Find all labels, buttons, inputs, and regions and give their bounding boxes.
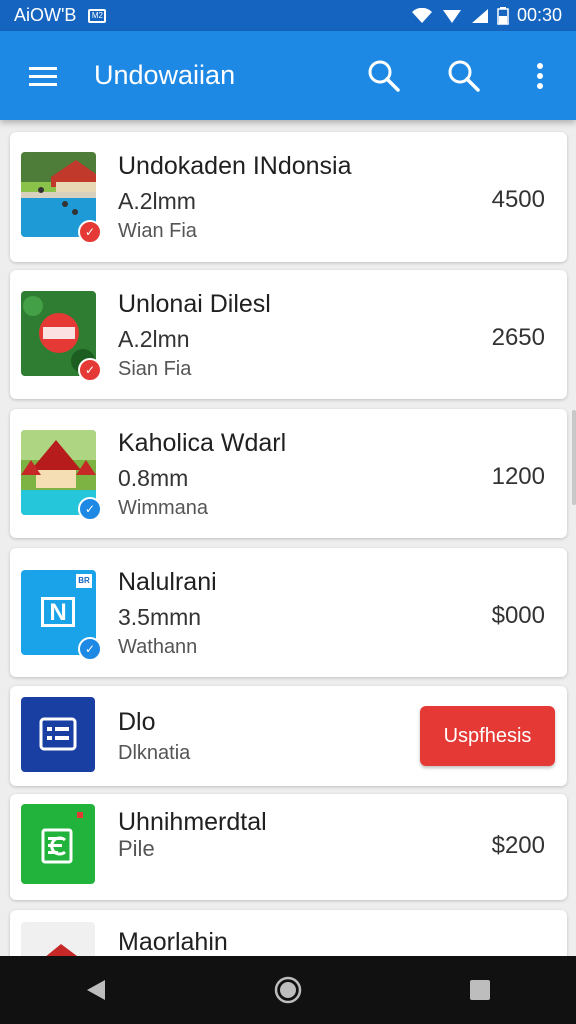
more-options-button[interactable] (504, 31, 576, 120)
app-bar: Undowaiian (0, 31, 576, 120)
item-price: 4500 (491, 186, 545, 213)
item-subtitle: A.2lmm (118, 188, 196, 214)
list-item[interactable]: ✓ Unlonai Dilesl A.2lmn Sian Fia 2650 (10, 270, 567, 399)
check-icon: ✓ (78, 637, 102, 661)
search-icon (448, 60, 480, 92)
search-icon (368, 60, 400, 92)
list-item[interactable]: ✓ Undokaden INdonsia A.2lmm Wian Fia 450… (10, 132, 567, 262)
item-meta: Wian Fia (118, 220, 197, 242)
list-item[interactable]: Dlo Dlknatia Uspfhesis (10, 686, 567, 786)
recents-square-icon (470, 980, 490, 1000)
item-thumbnail (21, 922, 95, 956)
check-icon: ✓ (78, 358, 102, 382)
cell-signal-icon (471, 8, 488, 23)
item-meta: Wathann (118, 636, 198, 658)
item-title: Maorlahin (118, 928, 228, 956)
list-item[interactable]: BR N ✓ Nalulrani 3.5mmn Wathann $000 (10, 548, 567, 677)
back-button[interactable] (56, 956, 136, 1024)
item-title: Nalulrani (118, 568, 217, 596)
search-button[interactable] (344, 31, 424, 120)
thumb-letter: N (41, 597, 75, 627)
item-price: $000 (491, 602, 545, 629)
list-item[interactable]: Uhnihmerdtal Pile $200 (10, 794, 567, 900)
item-title: Uhnihmerdtal (118, 808, 267, 836)
notification-icon: M2 (88, 8, 107, 23)
list-item[interactable]: Maorlahin (10, 910, 567, 956)
battery-icon (497, 6, 509, 25)
item-title: Undokaden INdonsia (118, 152, 352, 180)
item-subtitle: 0.8mm (118, 465, 189, 491)
carrier-label: AiOW'B (14, 5, 77, 25)
item-meta: Pile (118, 836, 155, 861)
status-bar: AiOW'B M2 00:30 (0, 0, 576, 31)
thumb-corner-label: BR (76, 574, 92, 588)
back-triangle-icon (87, 980, 105, 1000)
item-thumbnail (21, 804, 95, 884)
item-list[interactable]: ✓ Undokaden INdonsia A.2lmm Wian Fia 450… (0, 120, 576, 956)
item-price: 2650 (491, 324, 545, 351)
item-thumbnail (21, 697, 95, 772)
menu-icon (29, 66, 57, 86)
item-meta: Dlknatia (118, 742, 191, 764)
clock: 00:30 (516, 5, 562, 25)
item-subtitle: A.2lmn (118, 326, 190, 352)
item-price: $200 (491, 832, 545, 859)
home-button[interactable] (248, 956, 328, 1024)
recents-button[interactable] (440, 956, 520, 1024)
app-title: Undowaiian (94, 60, 236, 90)
wifi-icon (411, 7, 432, 23)
item-price: 1200 (491, 463, 545, 490)
system-nav-bar (0, 956, 576, 1024)
item-title: Kaholica Wdarl (118, 429, 287, 457)
check-icon: ✓ (78, 220, 102, 244)
item-meta: Sian Fia (118, 358, 192, 380)
item-subtitle: 3.5mmn (118, 604, 202, 630)
item-action-button[interactable]: Uspfhesis (420, 706, 555, 766)
check-icon: ✓ (78, 497, 102, 521)
item-title: Unlonai Dilesl (118, 290, 271, 318)
more-vert-icon (537, 62, 543, 89)
menu-button[interactable] (0, 31, 86, 120)
list-item[interactable]: ✓ Kaholica Wdarl 0.8mm Wimmana 1200 (10, 409, 567, 538)
item-title: Dlo (118, 708, 156, 736)
scrollbar-handle[interactable] (572, 410, 576, 505)
home-circle-icon (274, 976, 302, 1004)
search-button-secondary[interactable] (424, 31, 504, 120)
item-meta: Wimmana (118, 497, 209, 519)
signal-icon (442, 9, 461, 23)
